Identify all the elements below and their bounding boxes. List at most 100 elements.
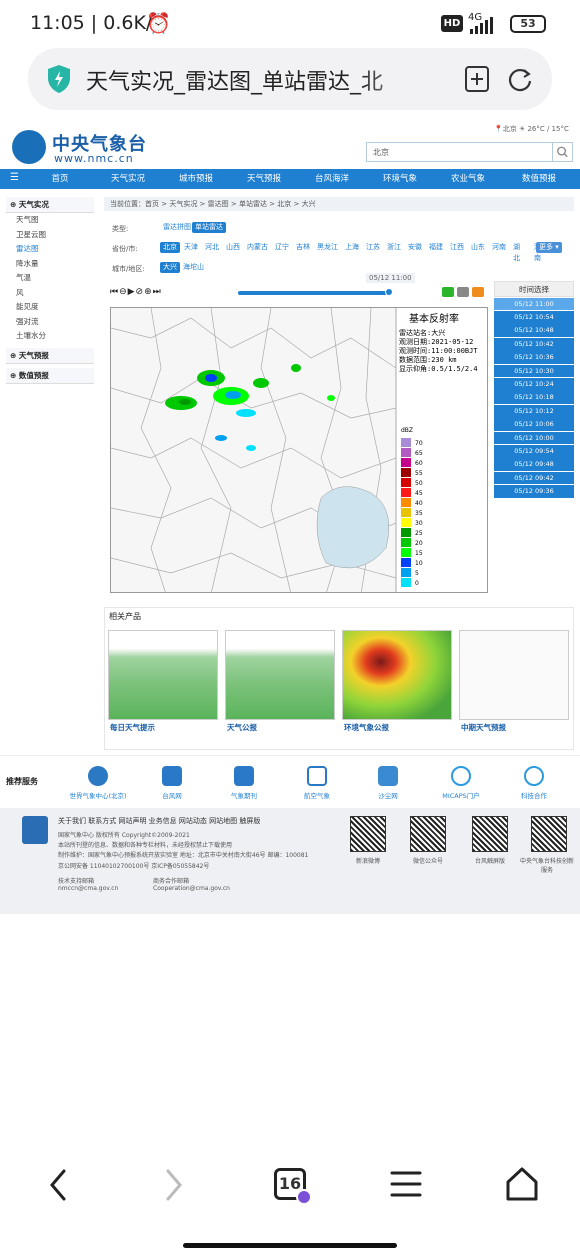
nav-typhoon[interactable]: 台风海洋 [302,169,362,189]
service-label[interactable]: 科技合作 [494,790,574,800]
nav-city-forecast[interactable]: 城市预报 [166,169,226,189]
province-item[interactable]: 北京 [160,242,180,253]
province-item[interactable]: 安徽 [405,242,425,253]
nav-numerical[interactable]: 数值预报 [506,169,572,189]
nav-weather-forecast[interactable]: 天气预报 [234,169,294,189]
menu-icon[interactable] [390,1170,422,1198]
service-label[interactable]: 世界气象中心(北京) [58,790,138,800]
footer-icp[interactable]: 京公网安备 11040102700100号 京ICP备05055842号 [58,861,209,870]
time-item[interactable]: 05/12 10:30 [494,364,574,378]
card-daily-tips[interactable]: 每日天气提示 [108,630,218,734]
province-item[interactable]: 黑龙江 [314,242,341,253]
time-item[interactable]: 05/12 10:36 [494,351,574,364]
coop-mail[interactable]: Cooperation@cma.gov.cn [153,885,230,892]
sidebar-item-weather-map[interactable]: 天气图 [6,213,94,228]
sidebar-item-temp[interactable]: 气温 [6,271,94,286]
province-item[interactable]: 河南 [489,242,509,253]
province-item[interactable]: 湖北 [510,242,523,262]
service-micaps[interactable]: MICAPS门户 [421,766,501,800]
time-item[interactable]: 05/12 09:54 [494,444,574,458]
time-item[interactable]: 05/12 10:00 [494,431,574,445]
province-item[interactable]: 福建 [426,242,446,253]
time-item[interactable]: 05/12 09:42 [494,471,574,485]
sidebar-item-precip[interactable]: 降水量 [6,257,94,272]
sidebar-item-visibility[interactable]: 能见度 [6,300,94,315]
reload-icon[interactable] [506,65,534,93]
time-item[interactable]: 05/12 09:48 [494,458,574,472]
service-journal[interactable]: 气象期刊 [204,766,284,800]
service-wmc[interactable]: 世界气象中心(北京) [58,766,138,800]
time-item[interactable]: 05/12 10:54 [494,310,574,324]
province-item[interactable]: 浙江 [384,242,404,253]
more-provinces-button[interactable]: 更多 ▾ [536,242,562,253]
province-item[interactable]: 上海 [342,242,362,253]
search-icon[interactable] [552,143,572,161]
home-icon[interactable] [505,1166,539,1202]
card-label[interactable]: 中期天气预报 [461,722,506,733]
card-label[interactable]: 环境气象公报 [344,722,389,733]
province-item[interactable]: 辽宁 [272,242,292,253]
card-environment-bulletin[interactable]: 环境气象公报 [342,630,452,734]
address-bar[interactable]: 天气实况_雷达图_单站雷达_北 [28,48,552,110]
service-typhoon[interactable]: 台风网 [132,766,212,800]
province-item[interactable]: 江西 [447,242,467,253]
time-item[interactable]: 05/12 10:48 [494,324,574,338]
service-tech[interactable]: 科技合作 [494,766,574,800]
time-item[interactable]: 05/12 10:12 [494,404,574,418]
time-item[interactable]: 05/12 10:42 [494,337,574,351]
card-weather-bulletin[interactable]: 天气公报 [225,630,335,734]
card-label[interactable]: 天气公报 [227,722,257,733]
gov-badge-icon[interactable] [22,816,48,844]
nmc-logo-icon[interactable] [12,130,46,164]
playback-controls[interactable]: ⏮︎⊖▶⊘⊕⏭︎ [110,287,162,297]
timeline-handle[interactable] [385,288,393,296]
card-map-image[interactable] [459,630,569,720]
service-dust[interactable]: 沙尘网 [348,766,428,800]
footer-links[interactable]: 关于我们 联系方式 网站声明 业务信息 网站动态 网站地图 触屏版 [58,816,260,826]
city-haituoshan[interactable]: 海坨山 [180,262,207,273]
nav-agriculture[interactable]: 农业气象 [438,169,498,189]
service-label[interactable]: 航空气象 [277,790,357,800]
province-item[interactable]: 河北 [202,242,222,253]
province-item[interactable]: 天津 [181,242,201,253]
sidebar-item-soil[interactable]: 土壤水分 [6,329,94,344]
sidebar-item-convection[interactable]: 强对流 [6,315,94,330]
wechat-share-icon[interactable] [442,287,454,297]
service-aviation[interactable]: 航空气象 [277,766,357,800]
site-search[interactable]: 北京 [366,142,573,162]
province-item[interactable]: 内蒙古 [244,242,271,253]
nav-weather-live[interactable]: 天气实况 [98,169,158,189]
service-label[interactable]: 沙尘网 [348,790,428,800]
time-item[interactable]: 05/12 10:24 [494,377,574,391]
type-single[interactable]: 单站雷达 [192,222,226,233]
time-item[interactable]: 05/12 09:36 [494,485,574,498]
add-bookmark-icon[interactable] [464,65,490,93]
province-item[interactable]: 山西 [223,242,243,253]
menu-icon[interactable]: ☰ [10,172,19,183]
forward-icon[interactable] [162,1168,186,1202]
city-daxing[interactable]: 大兴 [160,262,180,273]
camera-icon[interactable] [457,287,469,297]
province-item[interactable]: 吉林 [293,242,313,253]
province-item[interactable]: 山东 [468,242,488,253]
sidebar-section-live[interactable]: ⊕ 天气实况 [6,197,94,213]
nav-environment[interactable]: 环境气象 [370,169,430,189]
province-item[interactable]: 江苏 [363,242,383,253]
sidebar-item-satellite[interactable]: 卫星云图 [6,228,94,243]
time-item[interactable]: 05/12 11:00 [494,297,574,311]
service-label[interactable]: 台风网 [132,790,212,800]
service-label[interactable]: MICAPS门户 [421,790,501,800]
nav-home[interactable]: 首页 [30,169,90,189]
time-item[interactable]: 05/12 10:06 [494,418,574,431]
time-item[interactable]: 05/12 10:18 [494,391,574,405]
sidebar-item-wind[interactable]: 风 [6,286,94,301]
card-map-image[interactable] [225,630,335,720]
card-map-image[interactable] [108,630,218,720]
type-mosaic[interactable]: 雷达拼图 [160,222,194,233]
card-label[interactable]: 每日天气提示 [110,722,155,733]
home-indicator[interactable] [183,1243,397,1248]
sidebar-item-radar[interactable]: 雷达图 [6,242,94,257]
secure-shield-icon[interactable] [46,64,72,94]
add-icon[interactable] [472,287,484,297]
back-icon[interactable] [46,1168,70,1202]
